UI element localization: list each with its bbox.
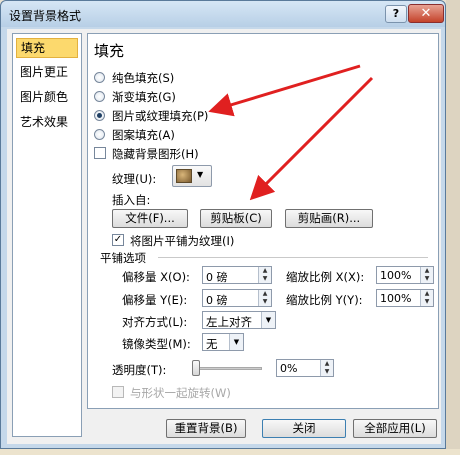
category-nav: 填充 图片更正 图片颜色 艺术效果 bbox=[12, 33, 82, 437]
rotate-with-shape-checkbox[interactable] bbox=[112, 386, 124, 398]
nav-item-picture-corrections[interactable]: 图片更正 bbox=[16, 63, 78, 83]
tile-label: 将图片平铺为纹理(I) bbox=[130, 234, 235, 248]
scale-x-label: 缩放比例 X(X): bbox=[286, 270, 365, 284]
clipboard-button[interactable]: 剪贴板(C) bbox=[200, 209, 272, 228]
hide-background-label: 隐藏背景图形(H) bbox=[112, 147, 199, 161]
texture-label: 纹理(U): bbox=[112, 172, 157, 186]
dialog-title: 设置背景格式 bbox=[9, 9, 82, 23]
radio-gradient-fill[interactable] bbox=[94, 91, 105, 102]
radio-picture-texture-fill-label: 图片或纹理填充(P) bbox=[112, 109, 209, 123]
transparency-value: 0% bbox=[280, 362, 298, 375]
mirror-type-select[interactable]: 无 ▼ bbox=[202, 333, 244, 351]
alignment-label: 对齐方式(L): bbox=[122, 315, 188, 329]
offset-y-value: 0 磅 bbox=[206, 294, 228, 307]
scale-x-value: 100% bbox=[380, 269, 412, 282]
rotate-with-shape-label: 与形状一起旋转(W) bbox=[130, 386, 231, 400]
scale-y-value: 100% bbox=[380, 292, 412, 305]
offset-y-label: 偏移量 Y(E): bbox=[122, 293, 188, 307]
dialog-client-area: 填充 图片更正 图片颜色 艺术效果 填充 纯色填充(S) 渐变填充(G) 图片或… bbox=[7, 29, 441, 444]
transparency-label: 透明度(T): bbox=[112, 363, 167, 377]
transparency-input[interactable]: 0% ▲ ▼ bbox=[276, 359, 334, 377]
scale-y-spinner-icon[interactable]: ▲ ▼ bbox=[420, 290, 433, 306]
scale-x-spinner-icon[interactable]: ▲ ▼ bbox=[420, 267, 433, 283]
fill-panel: 填充 纯色填充(S) 渐变填充(G) 图片或纹理填充(P) 图案填充(A) 隐藏… bbox=[87, 33, 439, 409]
transparency-slider[interactable] bbox=[192, 367, 262, 370]
close-icon[interactable]: ✕ bbox=[408, 4, 444, 23]
help-button[interactable]: ? bbox=[385, 5, 407, 23]
radio-picture-texture-fill[interactable] bbox=[94, 110, 105, 121]
nav-item-fill[interactable]: 填充 bbox=[16, 38, 78, 58]
radio-solid-fill[interactable] bbox=[94, 72, 105, 83]
radio-pattern-fill[interactable] bbox=[94, 129, 105, 140]
nav-item-artistic-effects[interactable]: 艺术效果 bbox=[16, 113, 78, 133]
offset-x-value: 0 磅 bbox=[206, 271, 228, 284]
clipart-button[interactable]: 剪贴画(R)... bbox=[285, 209, 373, 228]
close-button[interactable]: 关闭 bbox=[262, 419, 346, 438]
chevron-down-icon: ▼ bbox=[229, 334, 243, 350]
mirror-type-label: 镜像类型(M): bbox=[122, 337, 191, 351]
apply-to-all-button[interactable]: 全部应用(L) bbox=[353, 419, 437, 438]
reset-background-button[interactable]: 重置背景(B) bbox=[166, 419, 246, 438]
radio-gradient-fill-label: 渐变填充(G) bbox=[112, 90, 176, 104]
offset-y-spinner-icon[interactable]: ▲ ▼ bbox=[258, 290, 271, 306]
background-document-bottom bbox=[0, 449, 460, 455]
texture-swatch bbox=[176, 169, 192, 183]
insert-from-label: 插入自: bbox=[112, 193, 151, 207]
scale-x-input[interactable]: 100% ▲ ▼ bbox=[376, 266, 434, 284]
radio-pattern-fill-label: 图案填充(A) bbox=[112, 128, 175, 142]
chevron-down-icon: ▼ bbox=[261, 312, 275, 328]
tiling-divider bbox=[158, 257, 428, 258]
format-background-dialog: 设置背景格式 ? ✕ 填充 图片更正 图片颜色 艺术效果 填充 纯色填充(S) … bbox=[0, 0, 446, 449]
alignment-value: 左上对齐 bbox=[206, 315, 252, 329]
radio-solid-fill-label: 纯色填充(S) bbox=[112, 71, 175, 85]
background-document-edge bbox=[446, 0, 460, 455]
file-button[interactable]: 文件(F)... bbox=[112, 209, 188, 228]
tile-checkbox[interactable]: ✓ bbox=[112, 234, 124, 246]
chevron-down-icon: ▼ bbox=[197, 170, 204, 179]
transparency-slider-thumb[interactable] bbox=[192, 360, 200, 376]
texture-picker[interactable]: ▼ bbox=[172, 165, 212, 187]
transparency-spinner-icon[interactable]: ▲ ▼ bbox=[320, 360, 333, 376]
offset-x-input[interactable]: 0 磅 ▲ ▼ bbox=[202, 266, 272, 284]
offset-x-label: 偏移量 X(O): bbox=[122, 270, 190, 284]
alignment-select[interactable]: 左上对齐 ▼ bbox=[202, 311, 276, 329]
offset-y-input[interactable]: 0 磅 ▲ ▼ bbox=[202, 289, 272, 307]
nav-item-picture-color[interactable]: 图片颜色 bbox=[16, 88, 78, 108]
offset-x-spinner-icon[interactable]: ▲ ▼ bbox=[258, 267, 271, 283]
tiling-options-heading: 平铺选项 bbox=[100, 251, 146, 265]
scale-y-input[interactable]: 100% ▲ ▼ bbox=[376, 289, 434, 307]
panel-heading: 填充 bbox=[94, 42, 125, 60]
mirror-type-value: 无 bbox=[206, 337, 218, 351]
hide-background-checkbox[interactable] bbox=[94, 147, 106, 159]
title-bar[interactable]: 设置背景格式 ? ✕ bbox=[1, 1, 445, 27]
scale-y-label: 缩放比例 Y(Y): bbox=[286, 293, 363, 307]
